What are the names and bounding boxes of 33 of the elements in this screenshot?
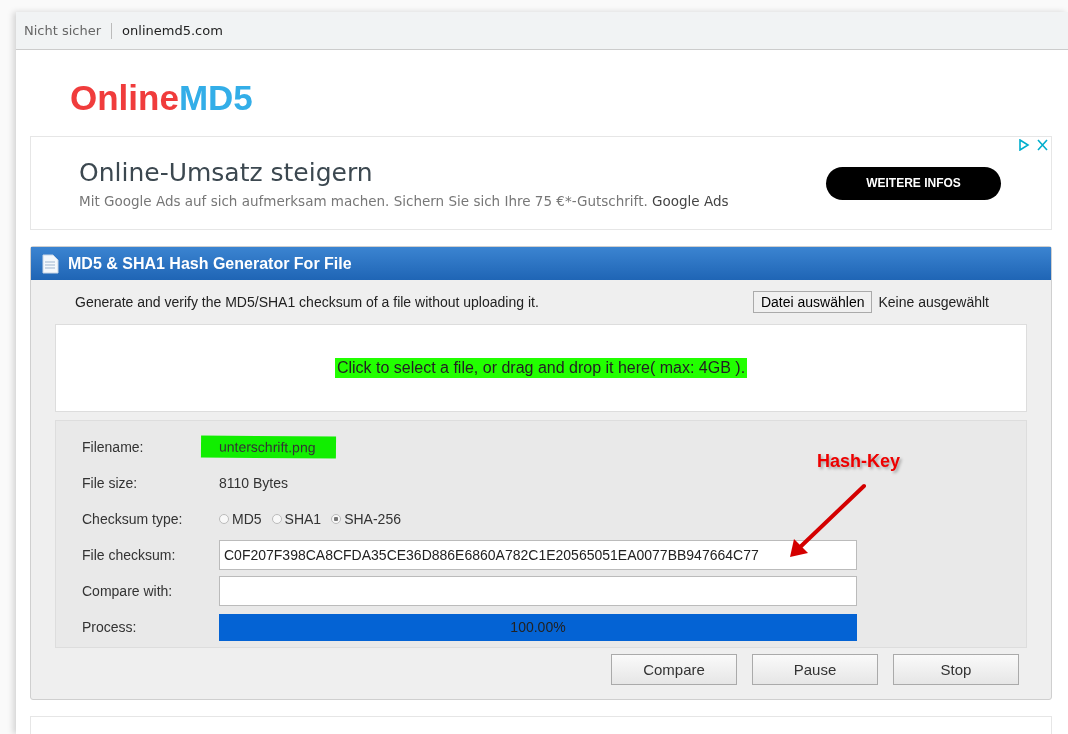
field-label: Filename:	[82, 439, 145, 455]
field-label: Compare with:	[82, 583, 174, 599]
checksum-radio[interactable]: MD5	[219, 511, 262, 527]
progress-reading: 100.00%	[509, 618, 567, 635]
annotation-label: Hash-Key	[817, 451, 901, 472]
ad-button[interactable]: WEITERE INFOS	[826, 166, 1001, 200]
field-label: File size:	[82, 475, 139, 491]
checksum-radio[interactable]: SHA-256	[331, 511, 401, 527]
panel-title: MD5 & SHA1 Hash Generator For File	[68, 254, 352, 273]
ad-choices-icon[interactable]	[1018, 139, 1048, 151]
field-label: File checksum:	[82, 547, 177, 563]
action-button[interactable]: Stop	[893, 654, 1019, 685]
choose-file-button[interactable]: Datei auswählen	[752, 291, 873, 313]
file-status: Keine ausgewählt	[878, 294, 989, 310]
drop-zone-text: Click to select a file, or drag and drop it here( max: 4GB ).	[334, 358, 748, 378]
field-value: unterschrift.png	[200, 435, 336, 459]
action-button[interactable]: Pause	[752, 654, 878, 685]
ad-text: Mit Google Ads auf sich aufmerksam machen. Sichern Sie sich Ihre 75 €*-Gutschrift. Google Ads	[79, 192, 730, 209]
drop-zone[interactable]: Click to select a file, or drag and drop it here( max: 4GB ).	[55, 324, 1027, 412]
compare-field[interactable]	[219, 576, 857, 606]
document-icon	[41, 253, 59, 274]
site-logo[interactable]: OnlineMD5	[70, 78, 1052, 136]
field-value: 8110 Bytes	[219, 475, 288, 491]
address-bar[interactable]: Nicht sicher onlinemd5.com	[16, 12, 1068, 50]
intro-text: Generate and verify the MD5/SHA1 checksum of a file without uploading it.	[75, 294, 540, 310]
checksum-radio[interactable]: SHA1	[271, 511, 322, 527]
security-label: Nicht sicher	[24, 23, 102, 38]
url-text: onlinemd5.com	[122, 23, 223, 38]
field-label: Process:	[82, 619, 138, 635]
field-label: Checksum type:	[82, 511, 184, 527]
checksum-field[interactable]: C0F207F398CA8CFDA35CE36D886E6860A782C1E20565051EA0077BB947664C77	[219, 540, 857, 570]
action-button[interactable]: Compare	[611, 654, 737, 685]
ad-headline: Online-Umsatz steigern	[79, 157, 374, 187]
